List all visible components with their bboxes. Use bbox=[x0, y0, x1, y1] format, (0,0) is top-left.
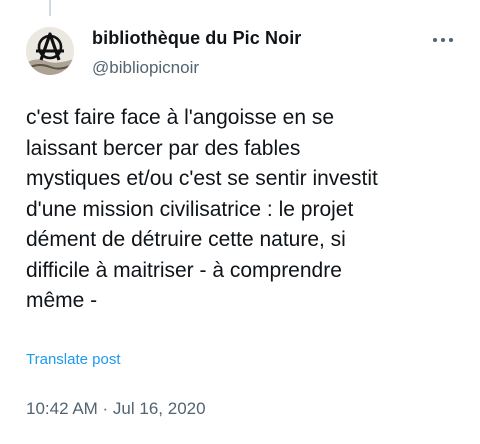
user-handle[interactable]: @bibliopicnoir bbox=[92, 58, 199, 78]
anarchy-a-logo-icon bbox=[26, 27, 74, 75]
more-options-icon bbox=[433, 38, 453, 42]
translate-post-link[interactable]: Translate post bbox=[26, 351, 121, 368]
more-options-button[interactable] bbox=[428, 30, 458, 50]
tweet-text: c'est faire face à l'angoisse en se lais… bbox=[26, 106, 378, 312]
tweet-timestamp[interactable]: 10:42 AM · Jul 16, 2020 bbox=[26, 399, 206, 419]
thread-connector-line bbox=[49, 0, 51, 16]
display-name[interactable]: bibliothèque du Pic Noir bbox=[92, 28, 301, 49]
avatar[interactable] bbox=[26, 27, 74, 75]
